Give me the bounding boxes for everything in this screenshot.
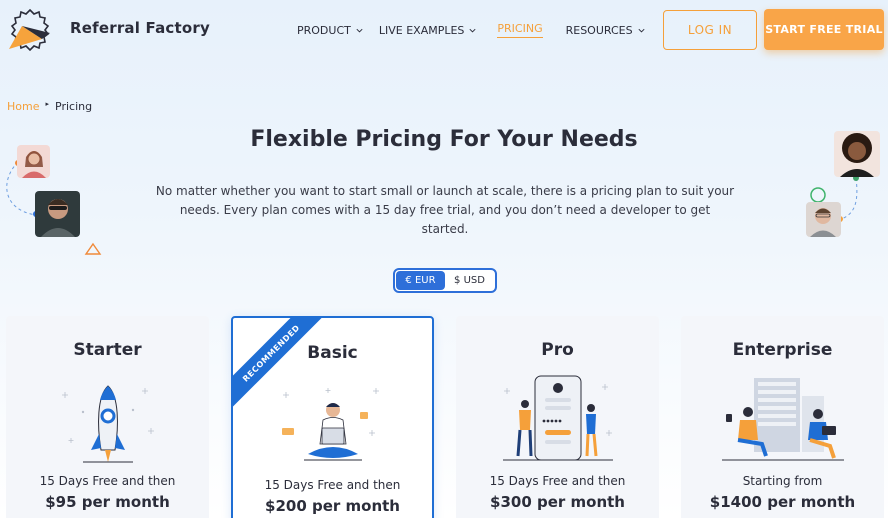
avatar-man-left [35, 191, 80, 237]
breadcrumb-home-link[interactable]: Home [7, 100, 39, 113]
plan-name: Basic [307, 343, 358, 363]
plan-price: $1400 per month [709, 493, 856, 511]
nav-resources[interactable]: RESOURCES [566, 22, 646, 38]
breadcrumb-current: Pricing [55, 100, 93, 113]
person-laptop-illustration [281, 388, 379, 461]
nav-live-examples[interactable]: LIVE EXAMPLES [379, 22, 478, 38]
page-title: Flexible Pricing For Your Needs [250, 127, 638, 152]
site-header: Referral Factory PRODUCT LIVE EXAMPLES P… [0, 0, 888, 60]
nav-resources-label: RESOURCES [565, 23, 633, 37]
avatar-man-right [806, 202, 841, 237]
nav-pricing[interactable]: PRICING [497, 22, 543, 38]
nav-live-examples-label: LIVE EXAMPLES [378, 23, 465, 37]
currency-toggle: € EUR $ USD [393, 268, 497, 293]
start-free-trial-button[interactable]: START FREE TRIAL [764, 9, 884, 50]
plan-trial-text: 15 Days Free and then [39, 474, 176, 488]
main-nav: PRODUCT LIVE EXAMPLES PRICING RESOURCES [297, 22, 646, 38]
plan-trial-text: 15 Days Free and then [264, 478, 401, 492]
chevron-down-icon [356, 28, 363, 32]
currency-eur-option[interactable]: € EUR [396, 271, 445, 290]
office-team-illustration [721, 378, 844, 461]
plan-name: Enterprise [732, 340, 833, 360]
plan-card-starter[interactable]: Starter 15 Days Free and then $95 per mo… [6, 316, 209, 518]
plan-card-basic[interactable]: RECOMMENDED Basic 15 Days Free and then … [231, 316, 434, 518]
nav-product[interactable]: PRODUCT [297, 22, 364, 38]
nav-pricing-label: PRICING [497, 22, 543, 35]
plan-name: Pro [541, 340, 574, 360]
plan-card-pro[interactable]: Pro 15 Days Free and then $300 per month [456, 316, 659, 518]
breadcrumb-separator-icon: ▸ [45, 99, 49, 108]
breadcrumb: Home ▸ Pricing [7, 99, 93, 114]
plan-price: $300 per month [490, 493, 625, 511]
chevron-down-icon [469, 28, 476, 32]
plan-trial-text: 15 Days Free and then [489, 474, 626, 488]
referral-factory-logo[interactable] [6, 6, 58, 54]
phone-team-illustration [502, 375, 613, 461]
nav-product-label: PRODUCT [297, 23, 351, 37]
plan-trial-text: Starting from [742, 474, 823, 488]
chevron-down-icon [638, 28, 645, 32]
rocket-illustration [61, 385, 154, 463]
login-button[interactable]: LOG IN [663, 10, 757, 50]
page-subtitle: No matter whether you want to start smal… [155, 184, 735, 236]
plan-price: $200 per month [265, 497, 400, 515]
plan-card-enterprise[interactable]: Enterprise Starting from $1400 per month [681, 316, 884, 518]
brand-name[interactable]: Referral Factory [70, 19, 210, 37]
currency-usd-option[interactable]: $ USD [445, 271, 494, 290]
plan-price: $95 per month [45, 493, 170, 511]
plan-name: Starter [73, 340, 142, 360]
